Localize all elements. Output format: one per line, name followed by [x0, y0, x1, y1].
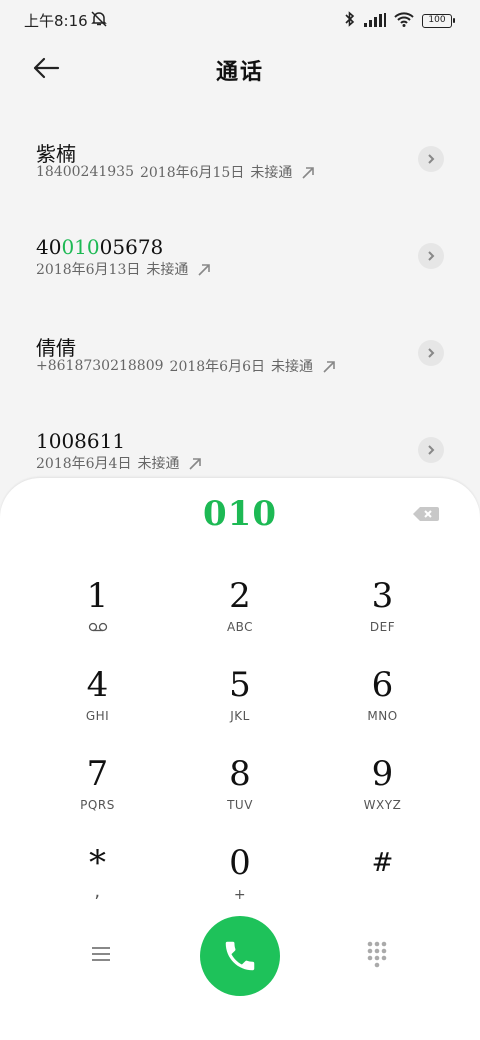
header: 通话: [0, 44, 480, 94]
contact-name: 1008611: [36, 429, 126, 453]
bluetooth-icon: [344, 11, 356, 31]
key-5[interactable]: 5 JKL: [169, 663, 311, 752]
call-date: 2018年6月6日: [169, 359, 265, 375]
key-3[interactable]: 3 DEF: [311, 574, 454, 663]
dialed-number[interactable]: 010: [0, 494, 480, 534]
call-info: 2018年6月13日 未接通: [36, 259, 214, 279]
menu-icon: [92, 947, 110, 961]
key-2[interactable]: 2 ABC: [169, 574, 311, 663]
outgoing-call-icon: [302, 167, 315, 179]
detail-button[interactable]: [418, 146, 444, 172]
dialpad-actions: [0, 914, 480, 998]
key-7[interactable]: 7 PQRS: [26, 752, 169, 841]
call-date: 2018年6月4日: [36, 456, 132, 472]
chevron-right-icon: [428, 445, 435, 455]
status-icons: 100: [344, 11, 455, 31]
chevron-right-icon: [428, 348, 435, 358]
chevron-right-icon: [428, 251, 435, 261]
keypad-toggle-button[interactable]: [366, 940, 388, 968]
key-4[interactable]: 4 GHI: [26, 663, 169, 752]
key-8[interactable]: 8 TUV: [169, 752, 311, 841]
status-bar: 上午8:16 100: [0, 0, 480, 40]
detail-button[interactable]: [418, 340, 444, 366]
outgoing-call-icon: [198, 264, 211, 276]
call-item[interactable]: 4001005678 2018年6月13日 未接通: [0, 213, 480, 310]
call-status: 未接通: [270, 359, 313, 375]
detail-button[interactable]: [418, 243, 444, 269]
wifi-icon: [394, 11, 414, 31]
call-item[interactable]: 紫楠 18400241935 2018年6月15日 未接通: [0, 116, 480, 213]
key-6[interactable]: 6 MNO: [311, 663, 454, 752]
call-button[interactable]: [200, 916, 280, 996]
backspace-button[interactable]: [412, 504, 440, 524]
call-list: 紫楠 18400241935 2018年6月15日 未接通 4001005678…: [0, 116, 480, 504]
key-1[interactable]: 1: [26, 574, 169, 663]
call-info: 18400241935 2018年6月15日 未接通: [36, 162, 318, 182]
call-date: 2018年6月13日: [36, 262, 141, 278]
key-9[interactable]: 9 WXYZ: [311, 752, 454, 841]
phone-number: 18400241935: [36, 164, 134, 180]
detail-button[interactable]: [418, 437, 444, 463]
status-time: 上午8:16: [24, 12, 88, 30]
dialpad: 010 1 2 ABC 3 DEF 4 GHI 5 JKL 6 MNO 7 PQ…: [0, 478, 480, 1040]
call-info: 2018年6月4日 未接通: [36, 453, 205, 473]
battery-icon: 100: [422, 14, 455, 28]
phone-icon: [225, 941, 255, 971]
phone-number: +8618730218809: [36, 358, 164, 374]
call-item[interactable]: 倩倩 +8618730218809 2018年6月6日 未接通: [0, 310, 480, 407]
call-date: 2018年6月15日: [139, 165, 245, 181]
call-status: 未接通: [250, 165, 293, 181]
call-status: 未接通: [146, 262, 189, 278]
outgoing-call-icon: [189, 458, 202, 470]
keypad: 1 2 ABC 3 DEF 4 GHI 5 JKL 6 MNO 7 PQRS 8…: [26, 574, 454, 930]
mute-icon: [90, 11, 108, 31]
contact-name: 4001005678: [36, 235, 164, 259]
keypad-icon: [367, 941, 387, 968]
voicemail-icon: [26, 620, 169, 635]
call-status: 未接通: [137, 456, 180, 472]
menu-button[interactable]: [90, 944, 114, 964]
signal-icon: [364, 12, 386, 31]
call-info: +8618730218809 2018年6月6日 未接通: [36, 356, 339, 376]
page-title: 通话: [215, 59, 264, 85]
chevron-right-icon: [428, 154, 435, 164]
outgoing-call-icon: [323, 361, 335, 373]
backspace-icon: [413, 507, 439, 521]
